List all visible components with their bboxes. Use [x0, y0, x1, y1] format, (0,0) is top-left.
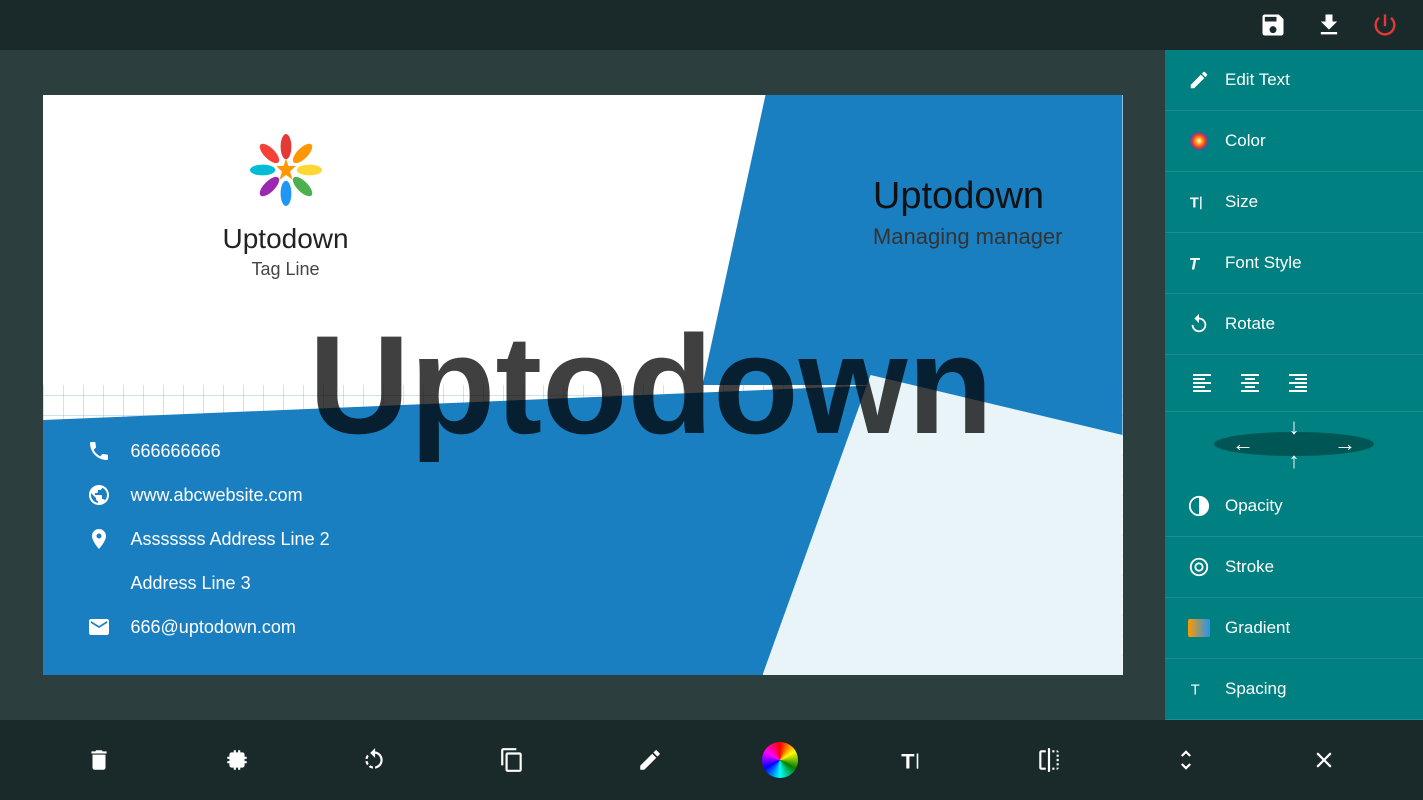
rotate-icon — [1185, 310, 1213, 338]
font-style-label: Font Style — [1225, 253, 1302, 273]
rotate-label: Rotate — [1225, 314, 1275, 334]
contact-address: Asssssss Address Line 2 — [83, 523, 330, 555]
logo-company-name: Uptodown — [223, 223, 349, 255]
font-style-icon: T — [1185, 249, 1213, 277]
bottom-toolbar: T — [0, 720, 1423, 800]
address3-icon — [83, 567, 115, 599]
edit-pencil-button[interactable] — [625, 735, 675, 785]
phone-icon — [83, 435, 115, 467]
right-panel: Edit Text Color — [1165, 50, 1423, 720]
svg-text:T: T — [1191, 683, 1200, 699]
contact-email: 666@uptodown.com — [83, 611, 330, 643]
top-bar — [0, 0, 1423, 50]
stroke-icon — [1185, 553, 1213, 581]
align-left-button[interactable] — [1185, 369, 1219, 397]
svg-text:T: T — [1189, 255, 1201, 273]
rotate-right-button[interactable] — [212, 735, 262, 785]
size-icon: T — [1185, 188, 1213, 216]
contact-address3: Address Line 3 — [83, 567, 330, 599]
edit-text-label: Edit Text — [1225, 70, 1290, 90]
expand-button[interactable] — [1161, 735, 1211, 785]
text-size-button[interactable]: T — [886, 735, 936, 785]
spacing-button[interactable]: T Spacing — [1165, 659, 1423, 720]
edit-text-button[interactable]: Edit Text — [1165, 50, 1423, 111]
save-icon[interactable] — [1255, 7, 1291, 43]
logo-area: Uptodown Tag Line — [223, 125, 349, 280]
address-text: Asssssss Address Line 2 — [131, 529, 330, 550]
canvas-area[interactable]: Uptodown Tag Line Uptodown Managing mana… — [0, 50, 1165, 720]
opacity-label: Opacity — [1225, 496, 1283, 516]
close-button[interactable] — [1299, 735, 1349, 785]
right-company-name: Uptodown — [873, 175, 1063, 218]
nav-circle: ↑ ↓ ← → — [1214, 432, 1374, 456]
phone-text: 666666666 — [131, 441, 221, 462]
nav-left-button[interactable]: ← — [1228, 429, 1258, 459]
svg-text:T: T — [901, 749, 914, 773]
color-label: Color — [1225, 131, 1266, 151]
website-icon — [83, 479, 115, 511]
flip-button[interactable] — [1024, 735, 1074, 785]
align-center-button[interactable] — [1233, 369, 1267, 397]
nav-up-button[interactable]: ↑ — [1279, 446, 1309, 476]
font-style-button[interactable]: T Font Style — [1165, 233, 1423, 294]
address3-text: Address Line 3 — [131, 573, 251, 594]
size-label: Size — [1225, 192, 1258, 212]
svg-text:T: T — [1190, 196, 1199, 212]
right-text-area: Uptodown Managing manager — [873, 175, 1063, 250]
spacing-label: Spacing — [1225, 679, 1286, 699]
size-button[interactable]: T Size — [1165, 172, 1423, 233]
rotate-button[interactable]: Rotate — [1165, 294, 1423, 355]
nav-right-button[interactable]: → — [1330, 429, 1360, 459]
align-right-button[interactable] — [1281, 369, 1315, 397]
stroke-button[interactable]: Stroke — [1165, 537, 1423, 598]
spacing-icon: T — [1185, 675, 1213, 703]
gradient-icon — [1185, 614, 1213, 642]
main-area: Uptodown Tag Line Uptodown Managing mana… — [0, 50, 1423, 720]
opacity-icon — [1185, 492, 1213, 520]
logo-image — [241, 125, 331, 215]
contact-website: www.abcwebsite.com — [83, 479, 330, 511]
contact-info: 666666666 www.abcwebsite.com Asssssss Ad… — [83, 435, 330, 655]
contact-phone: 666666666 — [83, 435, 330, 467]
logo-tagline: Tag Line — [252, 259, 320, 280]
email-text: 666@uptodown.com — [131, 617, 296, 638]
download-icon[interactable] — [1311, 7, 1347, 43]
color-icon — [1185, 127, 1213, 155]
stroke-label: Stroke — [1225, 557, 1274, 577]
opacity-button[interactable]: Opacity — [1165, 476, 1423, 537]
copy-button[interactable] — [487, 735, 537, 785]
gradient-label: Gradient — [1225, 618, 1290, 638]
rotate-left-button[interactable] — [349, 735, 399, 785]
business-card[interactable]: Uptodown Tag Line Uptodown Managing mana… — [43, 95, 1123, 675]
right-title: Managing manager — [873, 224, 1063, 250]
power-icon[interactable] — [1367, 7, 1403, 43]
edit-text-icon — [1185, 66, 1213, 94]
nav-down-button[interactable]: ↓ — [1279, 412, 1309, 442]
align-row — [1165, 355, 1423, 412]
website-text: www.abcwebsite.com — [131, 485, 303, 506]
delete-button[interactable] — [74, 735, 124, 785]
color-picker-button[interactable] — [762, 742, 798, 778]
gradient-button[interactable]: Gradient — [1165, 598, 1423, 659]
color-button[interactable]: Color — [1165, 111, 1423, 172]
address-icon — [83, 523, 115, 555]
email-icon — [83, 611, 115, 643]
